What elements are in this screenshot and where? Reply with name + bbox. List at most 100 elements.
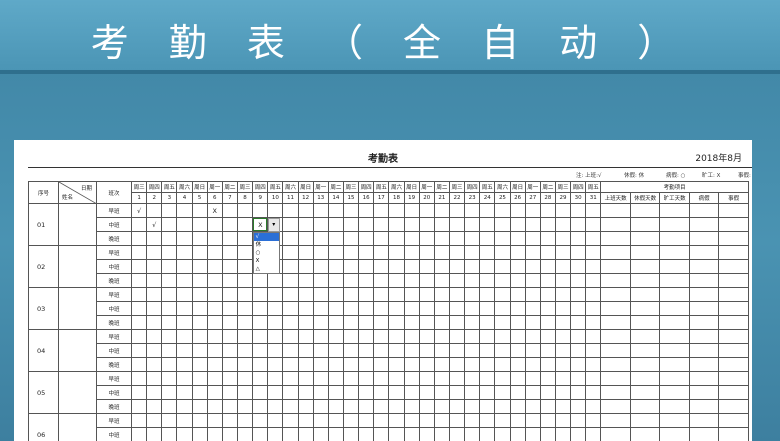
attendance-cell[interactable] [252,371,269,386]
attendance-cell[interactable] [418,343,435,358]
attendance-cell[interactable] [570,301,587,316]
attendance-cell[interactable] [403,315,420,330]
attendance-cell[interactable] [509,385,526,400]
attendance-cell[interactable] [494,427,511,441]
attendance-cell[interactable] [297,371,314,386]
attendance-cell[interactable] [358,399,375,414]
attendance-cell[interactable] [388,427,405,441]
attendance-cell[interactable] [418,427,435,441]
attendance-cell[interactable] [524,315,541,330]
attendance-cell[interactable] [130,343,148,358]
attendance-cell[interactable] [464,399,481,414]
attendance-cell[interactable] [388,399,405,414]
attendance-cell[interactable] [388,217,405,232]
attendance-cell[interactable] [282,399,299,414]
attendance-cell[interactable] [448,343,466,358]
attendance-cell[interactable] [267,427,284,441]
attendance-cell[interactable] [267,413,284,428]
attendance-cell[interactable] [282,231,299,246]
attendance-cell[interactable] [554,413,572,428]
attendance-cell[interactable] [130,413,148,428]
attendance-cell[interactable] [236,413,254,428]
attendance-cell[interactable] [176,357,193,372]
attendance-cell[interactable] [297,231,314,246]
attendance-cell[interactable] [206,371,223,386]
attendance-cell[interactable] [282,203,299,218]
attendance-cell[interactable] [585,371,602,386]
attendance-cell[interactable] [358,357,375,372]
attendance-cell[interactable] [373,217,390,232]
attendance-cell[interactable] [539,245,556,260]
attendance-cell[interactable] [206,231,223,246]
attendance-cell[interactable] [388,329,405,344]
attendance-cell[interactable] [282,357,299,372]
attendance-cell[interactable] [464,343,481,358]
attendance-cell[interactable] [161,385,178,400]
attendance-cell[interactable] [130,259,148,274]
attendance-cell[interactable] [358,287,375,302]
attendance-cell[interactable] [448,287,466,302]
attendance-cell[interactable] [312,259,329,274]
attendance-cell[interactable] [221,385,238,400]
attendance-cell[interactable] [282,427,299,441]
attendance-cell[interactable] [297,287,314,302]
attendance-dropdown[interactable]: X [253,218,267,231]
attendance-cell[interactable] [176,343,193,358]
attendance-cell[interactable] [433,357,450,372]
attendance-cell[interactable] [388,371,405,386]
dropdown-options-list[interactable]: √ 休 ○ X △ [252,231,280,274]
attendance-cell[interactable] [494,385,511,400]
attendance-cell[interactable] [403,357,420,372]
attendance-cell[interactable] [494,371,511,386]
attendance-cell[interactable] [464,273,481,288]
attendance-cell[interactable] [191,273,208,288]
attendance-cell[interactable] [373,371,390,386]
attendance-cell[interactable] [297,343,314,358]
attendance-cell[interactable] [358,427,375,441]
attendance-cell[interactable] [191,217,208,232]
attendance-cell[interactable] [130,287,148,302]
attendance-cell[interactable] [524,427,541,441]
attendance-cell[interactable] [146,315,163,330]
attendance-cell[interactable] [267,301,284,316]
attendance-cell[interactable] [570,385,587,400]
attendance-cell[interactable] [418,315,435,330]
attendance-cell[interactable] [524,287,541,302]
attendance-cell[interactable] [252,315,269,330]
attendance-cell[interactable] [554,259,572,274]
attendance-cell[interactable] [176,315,193,330]
attendance-cell[interactable] [373,329,390,344]
attendance-cell[interactable] [373,413,390,428]
attendance-cell[interactable] [236,371,254,386]
attendance-cell[interactable] [236,203,254,218]
attendance-cell[interactable] [388,413,405,428]
attendance-cell[interactable] [176,413,193,428]
attendance-cell[interactable] [236,315,254,330]
attendance-cell[interactable] [342,301,360,316]
attendance-cell[interactable] [206,273,223,288]
attendance-cell[interactable] [221,273,238,288]
attendance-cell[interactable] [236,329,254,344]
attendance-cell[interactable] [479,427,496,441]
attendance-cell[interactable] [524,203,541,218]
attendance-cell[interactable] [358,343,375,358]
attendance-cell[interactable] [282,217,299,232]
attendance-cell[interactable] [433,329,450,344]
attendance-cell[interactable] [130,427,148,441]
attendance-cell[interactable] [479,413,496,428]
attendance-cell[interactable] [479,245,496,260]
attendance-cell[interactable] [585,301,602,316]
attendance-cell[interactable] [494,301,511,316]
attendance-cell[interactable] [312,413,329,428]
attendance-cell[interactable] [570,203,587,218]
attendance-cell[interactable] [206,217,223,232]
attendance-cell[interactable] [191,203,208,218]
attendance-cell[interactable] [161,231,178,246]
attendance-cell[interactable] [146,301,163,316]
attendance-cell[interactable] [373,301,390,316]
attendance-cell[interactable] [585,357,602,372]
attendance-cell[interactable] [297,427,314,441]
attendance-cell[interactable] [539,315,556,330]
attendance-cell[interactable] [464,371,481,386]
attendance-cell[interactable] [342,273,360,288]
